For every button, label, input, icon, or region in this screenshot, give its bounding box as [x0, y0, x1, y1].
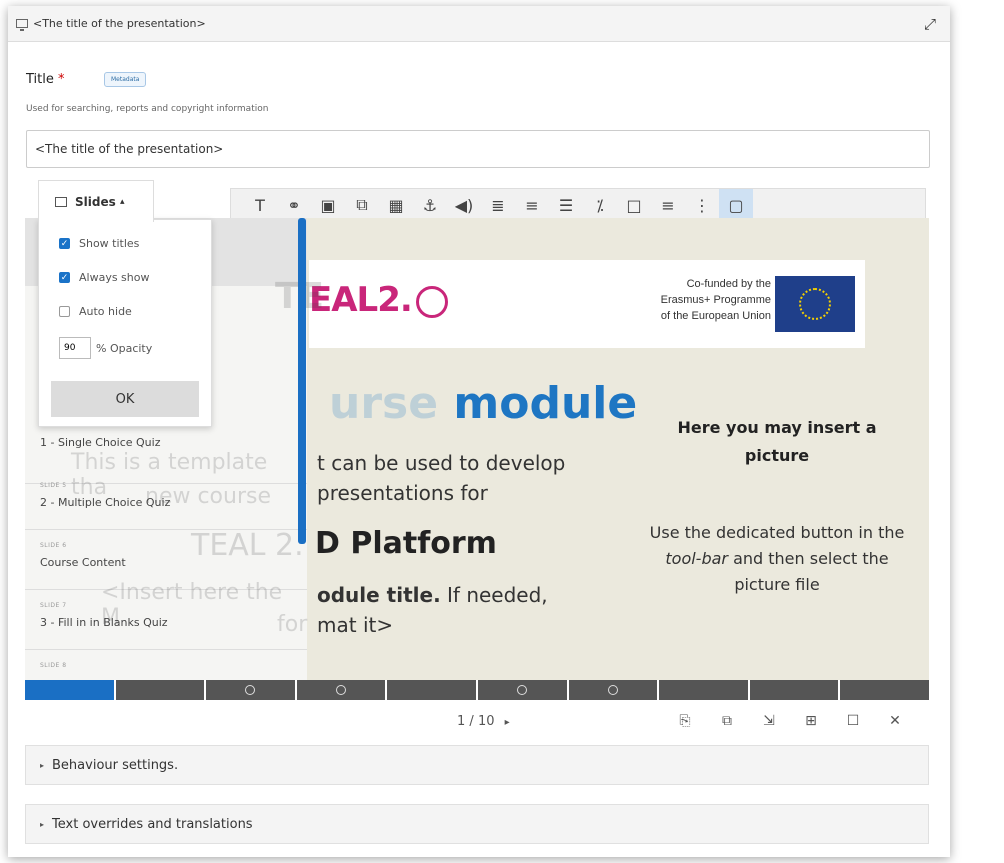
auto-hide-checkbox[interactable] — [59, 306, 70, 317]
eu-flag-icon — [775, 276, 855, 332]
quiz-marker-icon — [245, 685, 256, 695]
slide-list-item[interactable]: SLIDE 8 — [25, 652, 307, 680]
metadata-button[interactable]: Metadata — [104, 72, 147, 87]
quiz-marker-icon — [607, 685, 618, 695]
auto-hide-option[interactable]: Auto hide — [59, 305, 132, 318]
slide-number-label: SLIDE 7 — [40, 602, 67, 609]
progress-segment[interactable] — [115, 680, 205, 700]
move-left-icon[interactable]: ⊞ — [797, 710, 825, 732]
toolbar-table-icon[interactable]: ≣ — [481, 189, 515, 221]
slides-dropdown: ✓Show titles ✓Always show Auto hide % Op… — [38, 219, 212, 427]
ok-button[interactable]: OK — [51, 381, 199, 417]
presentation-footer: 1 / 10 ▸ ⎘ ⧉ ⇲ ⊞ ☐ ✕ — [25, 700, 929, 742]
slide-heading: urse module — [329, 378, 638, 429]
toolbar-link-icon[interactable]: ⚭ — [277, 189, 311, 221]
toolbar-percent-icon[interactable]: ⁒ — [583, 189, 617, 221]
toolbar-more-icon[interactable]: ⋮ — [685, 189, 719, 221]
opacity-input[interactable] — [59, 337, 91, 359]
window-titlebar: <The title of the presentation> ⤢ — [8, 6, 950, 42]
progress-segment[interactable] — [749, 680, 839, 700]
slide-number-label: SLIDE 5 — [40, 482, 67, 489]
toolbar-ordered-list-icon[interactable]: ≡ — [515, 189, 549, 221]
slides-icon — [55, 196, 67, 207]
expand-icon[interactable]: ⤢ — [924, 15, 936, 33]
toolbar-slides-icon[interactable]: ▢ — [719, 189, 753, 221]
slide-module-title: odule title. If needed, mat it> — [317, 583, 548, 637]
ghost-newcourse: new course — [145, 484, 272, 509]
always-show-checkbox[interactable]: ✓ — [59, 272, 70, 283]
progress-segment[interactable] — [659, 680, 748, 700]
progress-segment[interactable] — [296, 680, 386, 700]
ghost-for: for — [277, 612, 308, 637]
progress-segment[interactable] — [477, 680, 567, 700]
slide-list-scrollbar[interactable] — [298, 218, 306, 544]
add-slide-icon[interactable]: ⎘ — [671, 710, 699, 732]
next-slide-icon[interactable]: ▸ — [505, 717, 510, 728]
toolbar-video-icon[interactable]: ▦ — [379, 189, 413, 221]
progress-segment[interactable] — [568, 680, 658, 700]
toolbar-text-icon[interactable]: T — [243, 189, 277, 221]
toolbar-paragraph-icon[interactable]: ≡ — [651, 189, 685, 221]
picture-instructions: Use the dedicated button in the tool-bar… — [649, 523, 905, 594]
slide-number-label: SLIDE 8 — [40, 662, 67, 669]
expand-arrow-icon: ▸ — [40, 819, 45, 829]
toolbar-image-icon[interactable]: ▣ — [311, 189, 345, 221]
monitor-icon — [16, 19, 28, 31]
teal-ring-icon — [415, 285, 448, 318]
progress-segment[interactable] — [840, 680, 929, 700]
progress-segment[interactable] — [387, 680, 476, 700]
export-slide-icon[interactable]: ⇲ — [755, 710, 783, 732]
progress-segment[interactable] — [206, 680, 295, 700]
quiz-marker-icon — [336, 685, 347, 695]
quiz-marker-icon — [517, 685, 528, 695]
behaviour-settings-accordion[interactable]: ▸ Behaviour settings. — [25, 745, 929, 785]
toolbar-list-icon[interactable]: ☰ — [549, 189, 583, 221]
window-title: <The title of the presentation> — [33, 17, 206, 30]
picture-heading: Here you may insert a picture — [677, 418, 877, 465]
slide-name: 1 - Single Choice Quiz — [40, 436, 161, 449]
progress-segment[interactable] — [25, 680, 114, 700]
toolbar-speech-icon[interactable]: □ — [617, 189, 651, 221]
slide-number-label: SLIDE 6 — [40, 542, 67, 549]
eu-cofund-text: Co-funded by the Erasmus+ Programme of t… — [660, 278, 771, 322]
logo-banner: EAL2. Co-funded by the Erasmus+ Programm… — [309, 260, 865, 348]
move-right-icon[interactable]: ☐ — [839, 710, 867, 732]
slide-pager: 1 / 10 ▸ — [457, 714, 510, 729]
title-label: Title * — [26, 72, 65, 87]
text-overrides-accordion[interactable]: ▸ Text overrides and translations — [25, 804, 929, 844]
clone-slide-icon[interactable]: ⧉ — [713, 710, 741, 732]
always-show-option[interactable]: ✓ Always show — [59, 271, 150, 284]
ghost-teal: TEAL 2. — [191, 528, 304, 563]
toolbar-shapes-icon[interactable]: ⧉ — [345, 189, 379, 221]
toolbar-audio-icon[interactable]: ◀) — [447, 189, 481, 221]
toolbar-anchor-icon[interactable]: ⚓ — [413, 189, 447, 221]
slide-name: Course Content — [40, 556, 126, 569]
title-input[interactable] — [26, 130, 930, 168]
slides-menu-button[interactable]: Slides ▴ — [38, 180, 154, 222]
editor-frame: <The title of the presentation> ⤢ Title … — [8, 6, 950, 857]
show-titles-option[interactable]: ✓ Show titles — [59, 237, 139, 250]
delete-slide-icon[interactable]: ✕ — [881, 710, 909, 732]
title-hint: Used for searching, reports and copyrigh… — [26, 104, 269, 114]
show-titles-checkbox[interactable]: ✓ — [59, 238, 70, 249]
required-mark: * — [58, 72, 65, 87]
slide-platform: D Platform — [315, 526, 497, 561]
expand-arrow-icon: ▸ — [40, 760, 45, 770]
slide-body: t can be used to develop presentations f… — [317, 451, 566, 505]
opacity-option: % Opacity — [59, 337, 152, 359]
slide-progress-bar[interactable] — [25, 680, 929, 700]
teal-logo: EAL2. — [309, 280, 448, 320]
editor-toolbar: T ⚭ ▣ ⧉ ▦ ⚓ ◀) ≣ ≡ ☰ ⁒ □ ≡ ⋮ ▢ — [230, 188, 926, 222]
